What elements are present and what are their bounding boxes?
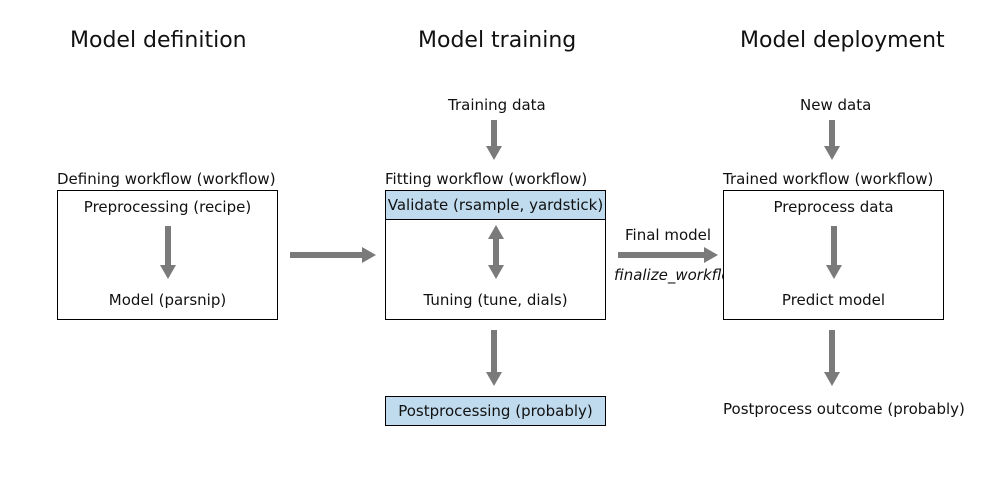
preprocess-data-label: Preprocess data [724, 198, 943, 216]
postprocess-outcome-label: Postprocess outcome (probably) [723, 400, 944, 418]
trained-workflow-box: Preprocess data Predict model [723, 190, 944, 320]
arrow-preprocessing-to-model [165, 226, 171, 266]
header-model-definition: Model definition [70, 28, 247, 53]
arrow-training-data-down-head [486, 146, 502, 160]
arrow-validate-tuning-down-head [488, 265, 504, 279]
new-data-label: New data [800, 96, 871, 114]
validate-cell: Validate (rsample, yardstick) [385, 190, 606, 220]
arrow-definition-to-training-head [362, 247, 376, 263]
arrow-validate-tuning-shaft [493, 237, 499, 265]
diagram-stage: Model definition Model training Model de… [0, 0, 1000, 500]
arrow-preprocessing-to-model-head [160, 265, 176, 279]
trained-workflow-caption: Trained workflow (workflow) [723, 170, 933, 188]
postprocessing-cell: Postprocessing (probably) [385, 396, 606, 426]
arrow-training-data-down [491, 120, 497, 146]
arrow-definition-to-training [290, 252, 362, 258]
predict-model-label: Predict model [724, 291, 943, 309]
validate-label: Validate (rsample, yardstick) [388, 196, 603, 214]
arrow-deployment-to-postproc [829, 330, 835, 372]
defining-workflow-box: Preprocessing (recipe) Model (parsnip) [57, 190, 278, 320]
fitting-workflow-box: Validate (rsample, yardstick) Tuning (tu… [385, 190, 606, 320]
defining-workflow-caption: Defining workflow (workflow) [57, 170, 276, 188]
final-model-label: Final model [625, 226, 711, 244]
arrow-training-to-deployment-head [704, 247, 718, 263]
preprocessing-label: Preprocessing (recipe) [58, 198, 277, 216]
arrow-training-to-postproc-head [486, 372, 502, 386]
fitting-workflow-caption: Fitting workflow (workflow) [385, 170, 587, 188]
arrow-training-to-deployment [618, 252, 704, 258]
header-model-training: Model training [418, 28, 576, 53]
training-data-label: Training data [448, 96, 546, 114]
arrow-preprocess-to-predict-head [826, 265, 842, 279]
postprocessing-label: Postprocessing (probably) [398, 402, 593, 420]
arrow-training-to-postproc [491, 330, 497, 372]
tuning-label: Tuning (tune, dials) [386, 291, 605, 309]
arrow-deployment-to-postproc-head [824, 372, 840, 386]
arrow-new-data-down-head [824, 146, 840, 160]
arrow-preprocess-to-predict [831, 226, 837, 266]
arrow-new-data-down [829, 120, 835, 146]
model-parsnip-label: Model (parsnip) [58, 291, 277, 309]
header-model-deployment: Model deployment [740, 28, 945, 53]
